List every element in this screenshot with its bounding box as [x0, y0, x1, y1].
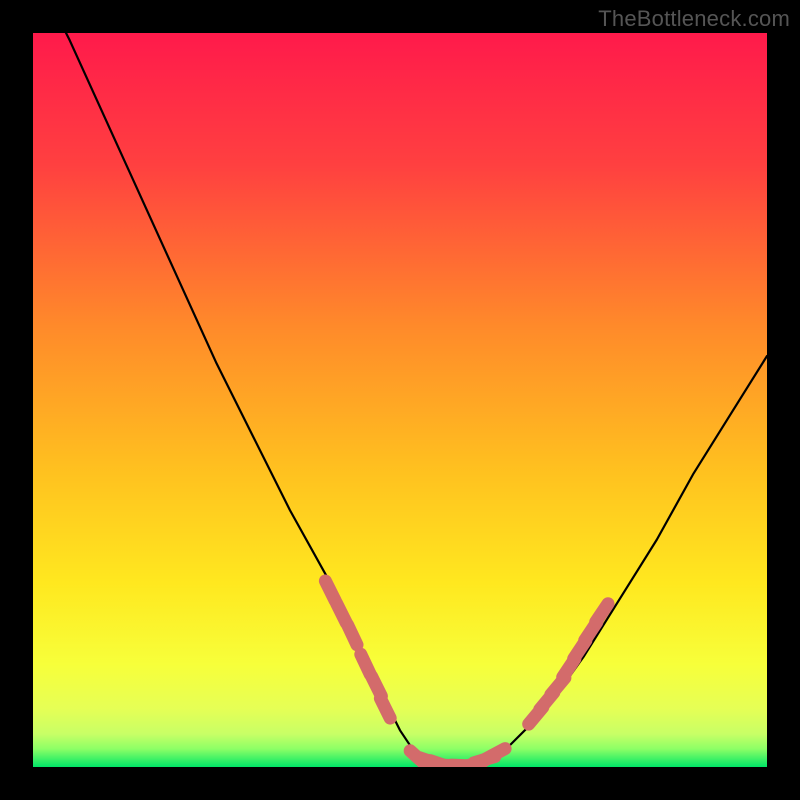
marker-left-cluster [380, 698, 390, 718]
marker-bottom-cluster [486, 749, 505, 759]
gradient-background [33, 33, 767, 767]
chart-frame: TheBottleneck.com [0, 0, 800, 800]
chart-plot-area [33, 33, 767, 767]
watermark-label: TheBottleneck.com [598, 6, 790, 32]
marker-left-cluster [348, 625, 357, 645]
chart-svg [33, 33, 767, 767]
